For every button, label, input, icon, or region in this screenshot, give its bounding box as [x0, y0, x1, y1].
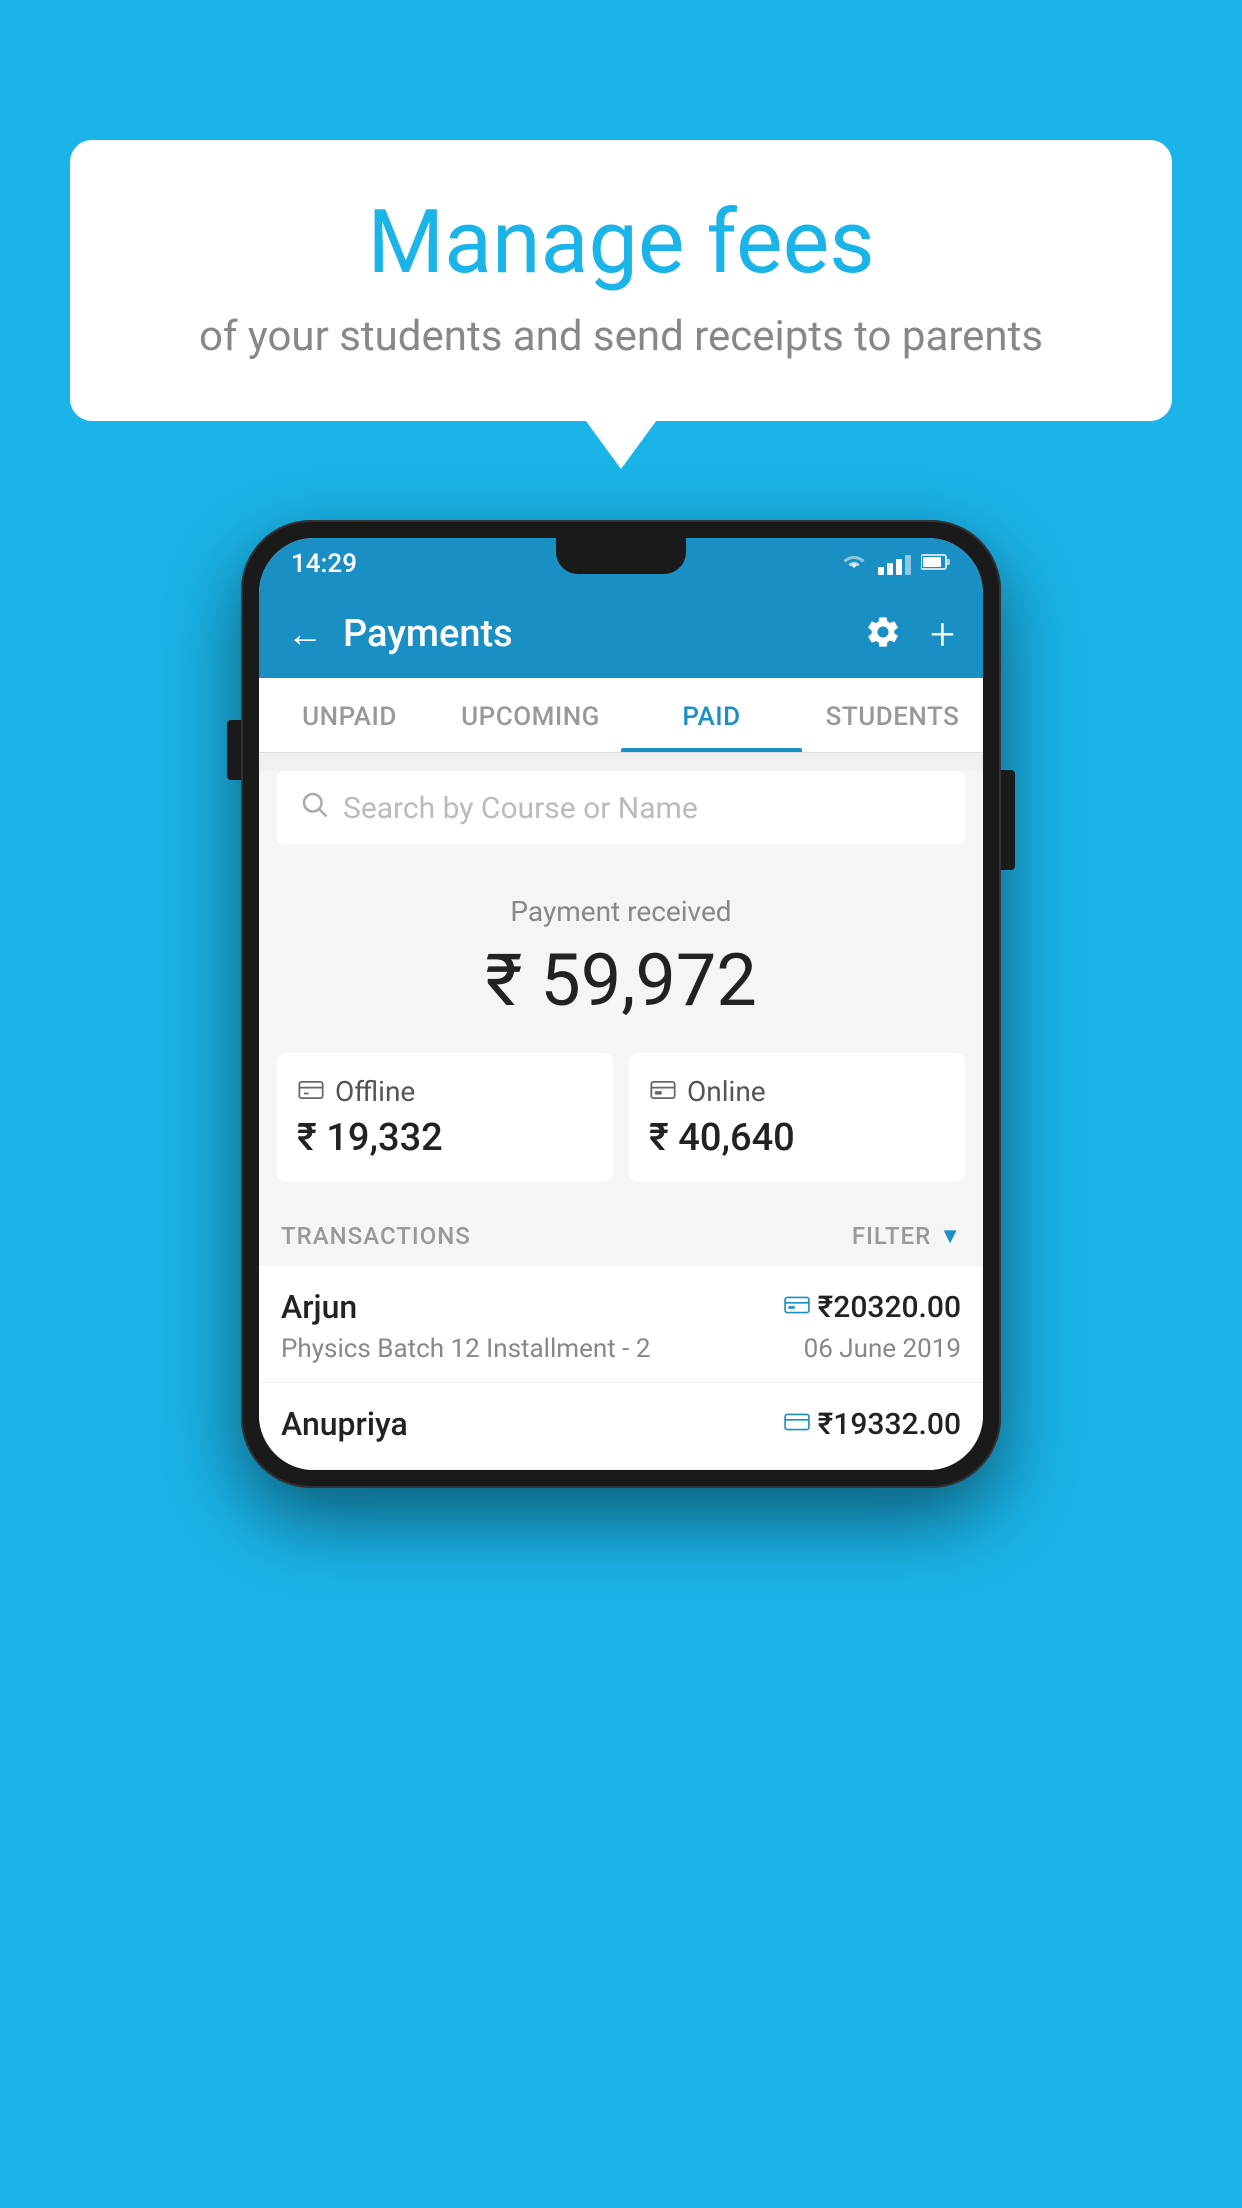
transactions-header: TRANSACTIONS FILTER ▼	[259, 1202, 983, 1266]
payment-received-section: Payment received ₹ 59,972	[259, 863, 983, 1043]
phone-outer: 14:29	[241, 520, 1001, 1488]
filter-label: FILTER	[852, 1222, 931, 1250]
app-bar-actions: +	[864, 608, 955, 660]
offline-label: Offline	[335, 1075, 415, 1108]
speech-bubble-container: Manage fees of your students and send re…	[70, 140, 1172, 421]
search-bar[interactable]: Search by Course or Name	[277, 771, 965, 845]
offline-type-icon-2	[784, 1412, 810, 1436]
payment-received-label: Payment received	[259, 895, 983, 928]
offline-card: Offline ₹ 19,332	[277, 1053, 613, 1182]
offline-amount: ₹ 19,332	[297, 1116, 593, 1160]
transactions-label: TRANSACTIONS	[281, 1222, 471, 1250]
tab-unpaid[interactable]: UNPAID	[259, 678, 440, 752]
wifi-icon	[840, 550, 868, 578]
table-row[interactable]: Arjun ₹20320.00	[259, 1266, 983, 1383]
online-label: Online	[687, 1075, 766, 1108]
phone-container: 14:29	[241, 520, 1001, 1488]
speech-bubble: Manage fees of your students and send re…	[70, 140, 1172, 421]
transaction-top-2: Anupriya ₹19332.00	[281, 1405, 961, 1443]
online-payment-icon	[649, 1076, 677, 1108]
speech-bubble-subtitle: of your students and send receipts to pa…	[130, 312, 1112, 361]
transaction-course-1: Physics Batch 12 Installment - 2	[281, 1334, 650, 1364]
payment-cards: Offline ₹ 19,332	[259, 1043, 983, 1202]
tab-upcoming[interactable]: UPCOMING	[440, 678, 621, 752]
table-row[interactable]: Anupriya ₹19332.00	[259, 1383, 983, 1470]
transaction-top-1: Arjun ₹20320.00	[281, 1288, 961, 1326]
filter-container[interactable]: FILTER ▼	[852, 1222, 961, 1250]
transaction-amount-1: ₹20320.00	[818, 1290, 961, 1325]
battery-icon	[921, 553, 951, 575]
search-input[interactable]: Search by Course or Name	[343, 791, 698, 826]
payment-amount: ₹ 59,972	[259, 938, 983, 1023]
phone-screen: 14:29	[259, 538, 983, 1470]
online-card-header: Online	[649, 1075, 945, 1108]
online-type-icon-1	[784, 1295, 810, 1319]
transaction-name-1: Arjun	[281, 1288, 357, 1326]
status-time: 14:29	[291, 549, 357, 579]
app-bar: ← Payments +	[259, 590, 983, 678]
online-card: Online ₹ 40,640	[629, 1053, 965, 1182]
tabs-container: UNPAID UPCOMING PAID STUDENTS	[259, 678, 983, 753]
online-amount: ₹ 40,640	[649, 1116, 945, 1160]
transaction-amount-2: ₹19332.00	[818, 1407, 961, 1442]
back-button[interactable]: ←	[287, 613, 323, 655]
app-bar-title: Payments	[343, 612, 844, 656]
transaction-amount-wrap-1: ₹20320.00	[784, 1290, 961, 1325]
offline-payment-icon	[297, 1076, 325, 1108]
speech-bubble-title: Manage fees	[130, 195, 1112, 292]
signal-bars-icon	[878, 553, 911, 575]
tab-students[interactable]: STUDENTS	[802, 678, 983, 752]
transaction-name-2: Anupriya	[281, 1405, 408, 1443]
tab-paid[interactable]: PAID	[621, 678, 802, 752]
content-area: Search by Course or Name Payment receive…	[259, 771, 983, 1470]
notch	[556, 538, 686, 574]
status-bar: 14:29	[259, 538, 983, 590]
status-icons	[840, 550, 951, 578]
transaction-bottom-1: Physics Batch 12 Installment - 2 06 June…	[281, 1334, 961, 1364]
settings-icon[interactable]	[864, 613, 902, 655]
filter-icon: ▼	[939, 1223, 961, 1249]
search-icon	[299, 789, 329, 827]
add-button[interactable]: +	[930, 608, 955, 660]
offline-card-header: Offline	[297, 1075, 593, 1108]
transaction-date-1: 06 June 2019	[804, 1334, 961, 1364]
transaction-amount-wrap-2: ₹19332.00	[784, 1407, 961, 1442]
